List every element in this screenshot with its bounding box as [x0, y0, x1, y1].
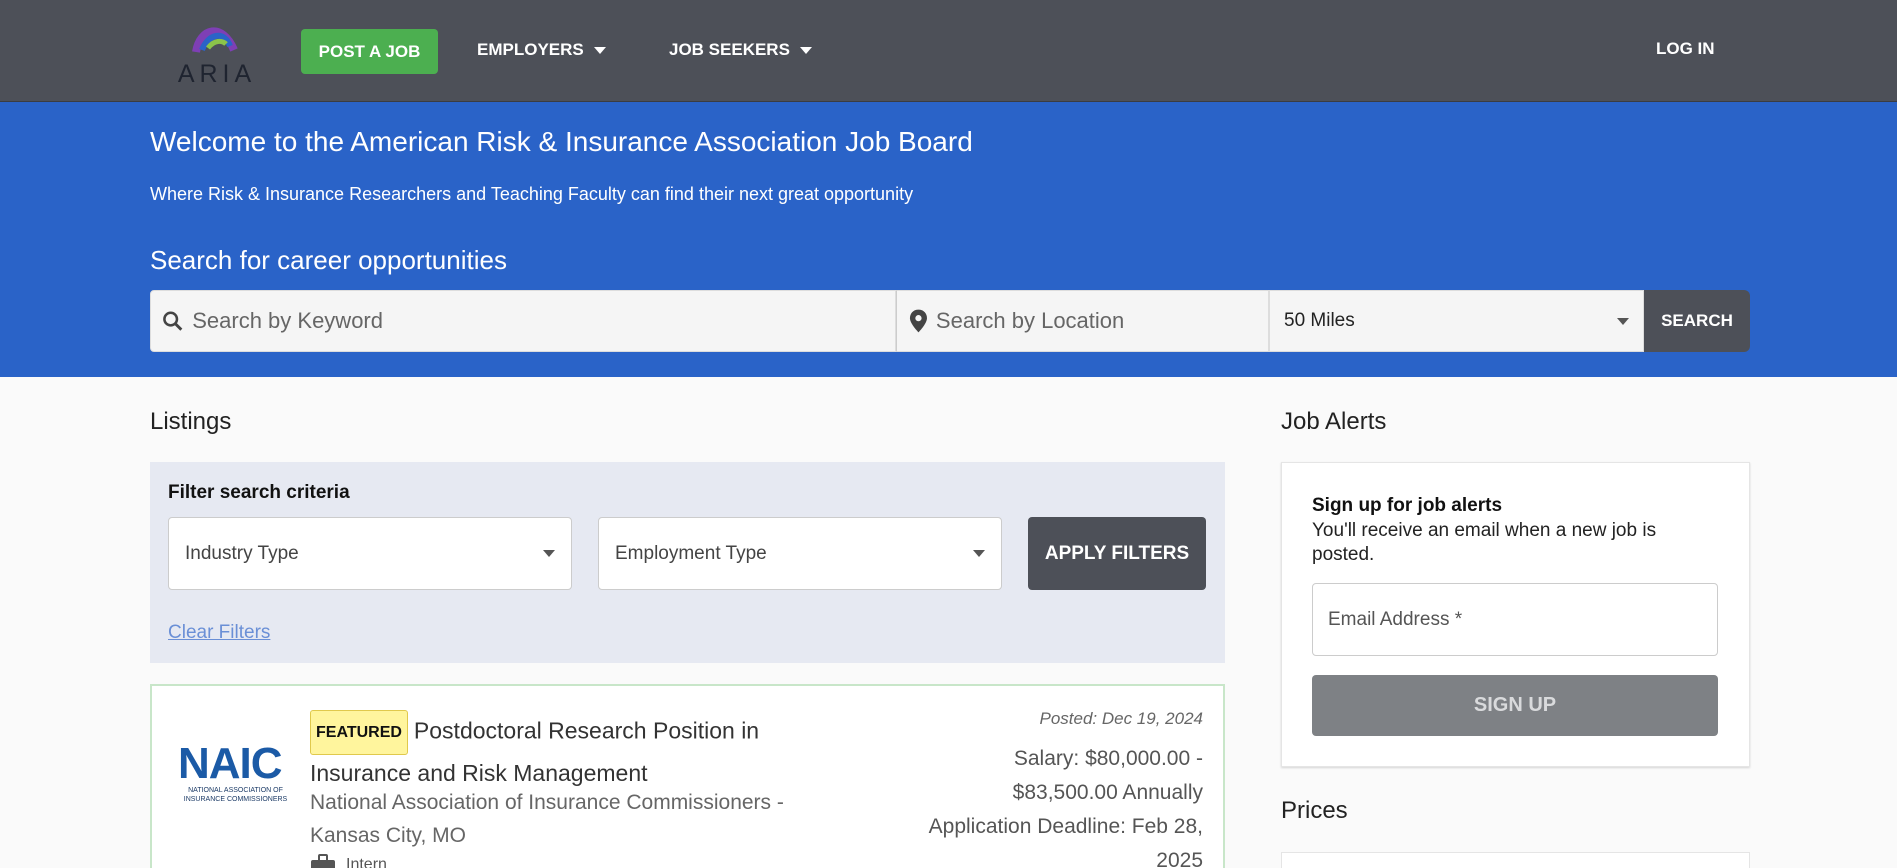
location-field[interactable] — [896, 290, 1269, 352]
post-job-button[interactable]: POST A JOB — [301, 29, 438, 74]
filter-label: Filter search criteria — [168, 482, 350, 503]
prices-panel — [1281, 852, 1750, 868]
location-pin-icon — [909, 309, 927, 333]
login-link[interactable]: LOG IN — [1656, 39, 1715, 59]
filter-panel: Filter search criteria Industry Type Emp… — [150, 462, 1225, 663]
nav-employers-label: EMPLOYERS — [477, 40, 584, 59]
page-title: Welcome to the American Risk & Insurance… — [150, 126, 973, 157]
job-company: National Association of Insurance Commis… — [310, 791, 784, 847]
job-alerts-description: You'll receive an email when a new job i… — [1312, 520, 1657, 565]
employment-type-value: Employment Type — [615, 542, 767, 564]
top-navbar: ARIA POST A JOB EMPLOYERS JOB SEEKERS LO… — [0, 0, 1897, 102]
job-alerts-panel: Sign up for job alerts You'll receive an… — [1281, 462, 1750, 767]
prices-heading: Prices — [1281, 797, 1348, 824]
keyword-input[interactable] — [184, 308, 895, 334]
chevron-down-icon — [973, 550, 985, 557]
company-logo: NAIC NATIONAL ASSOCIATION OF INSURANCE C… — [178, 742, 293, 804]
job-salary: Salary: $80,000.00 - $83,500.00 Annually — [1012, 747, 1203, 804]
logo-text: ARIA — [177, 60, 257, 88]
job-title[interactable]: FEATURED Postdoctoral Research Position i… — [310, 710, 840, 792]
nav-job-seekers[interactable]: JOB SEEKERS — [669, 40, 812, 60]
clear-filters-link[interactable]: Clear Filters — [168, 622, 270, 644]
company-logo-subtext: NATIONAL ASSOCIATION OF INSURANCE COMMIS… — [183, 787, 288, 803]
job-type: Intern — [310, 854, 387, 868]
radius-value: 50 Miles — [1284, 310, 1355, 331]
apply-filters-button[interactable]: APPLY FILTERS — [1028, 517, 1206, 590]
sign-up-button[interactable]: SIGN UP — [1312, 675, 1718, 736]
company-logo-word: NAIC — [178, 739, 283, 788]
job-card[interactable]: NAIC NATIONAL ASSOCIATION OF INSURANCE C… — [150, 684, 1225, 868]
job-deadline: Application Deadline: Feb 28, 2025 — [928, 815, 1203, 868]
chevron-down-icon — [1617, 317, 1629, 325]
location-input[interactable] — [927, 308, 1268, 334]
job-alerts-title: Sign up for job alerts — [1312, 495, 1503, 516]
industry-type-value: Industry Type — [185, 542, 299, 564]
search-icon — [163, 311, 183, 331]
search-heading: Search for career opportunities — [150, 245, 507, 275]
featured-badge: FEATURED — [310, 710, 408, 755]
job-posted-date: Posted: Dec 19, 2024 — [1039, 709, 1203, 728]
aria-logo[interactable]: ARIA — [172, 16, 262, 88]
chevron-down-icon — [593, 46, 606, 54]
job-alerts-heading: Job Alerts — [1281, 408, 1387, 435]
search-button[interactable]: SEARCH — [1644, 290, 1750, 352]
chevron-down-icon — [543, 550, 555, 557]
radius-select[interactable]: 50 Miles — [1269, 290, 1644, 352]
hero-banner: Welcome to the American Risk & Insurance… — [0, 102, 1897, 377]
search-bar: 50 Miles SEARCH — [150, 290, 1750, 352]
industry-type-select[interactable]: Industry Type — [168, 517, 572, 590]
nav-job-seekers-label: JOB SEEKERS — [669, 40, 790, 59]
briefcase-icon — [311, 854, 335, 868]
page-subtitle: Where Risk & Insurance Researchers and T… — [150, 184, 914, 204]
listings-heading: Listings — [150, 408, 232, 435]
job-type-label: Intern — [346, 856, 387, 868]
email-field[interactable] — [1312, 583, 1718, 656]
nav-employers[interactable]: EMPLOYERS — [477, 40, 606, 60]
chevron-down-icon — [799, 46, 812, 54]
email-input[interactable] — [1328, 608, 1717, 631]
aria-logo-icon — [192, 27, 238, 53]
employment-type-select[interactable]: Employment Type — [598, 517, 1002, 590]
job-salary-block: Salary: $80,000.00 - $83,500.00 Annually… — [903, 742, 1203, 868]
keyword-field[interactable] — [150, 290, 896, 352]
